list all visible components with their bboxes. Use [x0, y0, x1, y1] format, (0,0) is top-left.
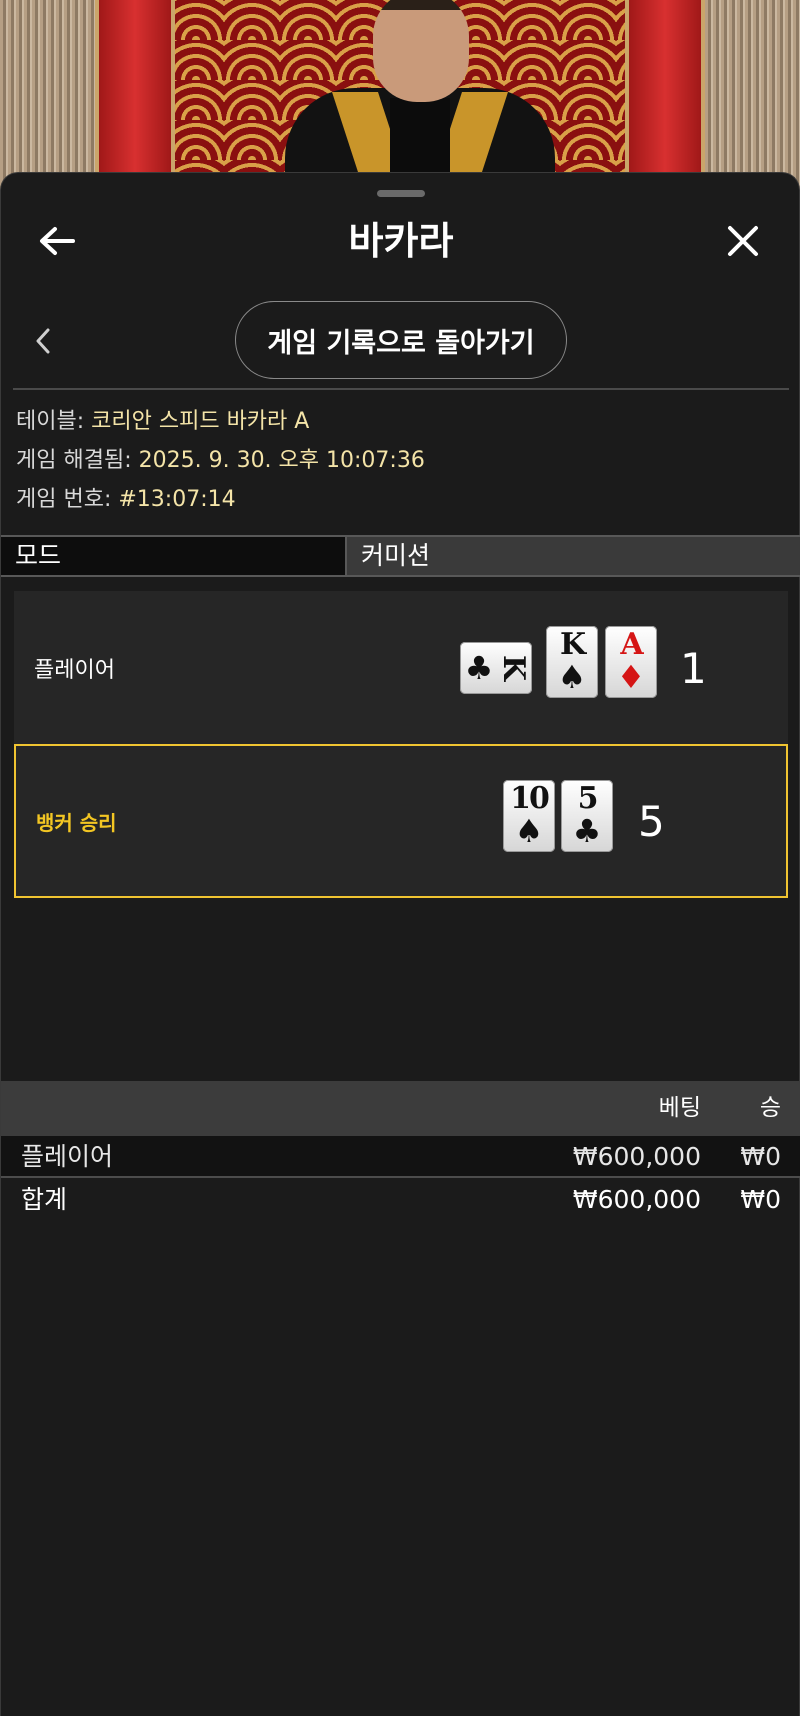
- playing-card: K ♠: [546, 626, 598, 698]
- info-number-label: 게임 번호:: [16, 487, 119, 512]
- playing-card: A ♦: [605, 626, 657, 698]
- card-rank: A: [620, 627, 643, 662]
- total-win: ₩0: [740, 1185, 781, 1214]
- playing-card: 10 ♠: [503, 780, 555, 852]
- total-bet: ₩600,000: [572, 1185, 701, 1214]
- player-label: 플레이어: [34, 658, 115, 683]
- player-result-panel: 플레이어 ♣ K K ♠ A ♦ 1: [14, 591, 788, 745]
- sheet-title: 바카라: [348, 219, 454, 263]
- back-to-history-button[interactable]: 게임 기록으로 돌아가기: [235, 301, 567, 379]
- card-suit: ♠: [514, 812, 544, 850]
- banker-win-label: 뱅커 승리: [36, 810, 117, 835]
- info-game-number: 게임 번호: #13:07:14: [16, 483, 236, 517]
- total-label: 합계: [21, 1185, 68, 1214]
- total-row: 합계 ₩600,000 ₩0: [1, 1179, 800, 1221]
- card-rank: 10: [510, 781, 550, 816]
- card-suit: ♠: [557, 658, 587, 696]
- info-resolved: 게임 해결됨: 2025. 9. 30. 오후 10:07:36: [16, 444, 425, 478]
- info-table-value: 코리안 스피드 바카라 A: [91, 409, 310, 434]
- live-video-feed: [0, 0, 800, 200]
- dealer-head: [373, 0, 469, 102]
- dealer: [285, 0, 555, 200]
- playing-card: ♣ K: [460, 642, 532, 694]
- info-resolved-label: 게임 해결됨:: [16, 448, 139, 473]
- back-button[interactable]: [29, 213, 85, 269]
- player-score: 1: [680, 643, 707, 693]
- arrow-left-icon: [40, 227, 75, 255]
- bet-name: 플레이어: [21, 1142, 114, 1171]
- table-row: 플레이어 ₩600,000 ₩0: [1, 1136, 800, 1178]
- banker-score: 5: [638, 796, 665, 846]
- card-rank: K: [496, 654, 531, 680]
- close-icon: [728, 226, 758, 256]
- bet-column-header: 베팅: [658, 1095, 701, 1121]
- backdrop-panel-left: [95, 0, 175, 200]
- bead-curtain-left: [0, 0, 95, 200]
- win-amount: ₩0: [740, 1142, 781, 1171]
- close-button[interactable]: [715, 213, 771, 269]
- card-suit: ♦: [616, 658, 646, 696]
- chevron-left-icon: [36, 328, 50, 354]
- backdrop-panel-right: [625, 0, 705, 200]
- commission-cell: 커미션: [347, 537, 800, 575]
- game-detail-sheet: 바카라 게임 기록으로 돌아가기 테이블: 코리안 스피드 바카라 A 게임 해…: [0, 172, 800, 1716]
- card-rank: K: [559, 627, 586, 662]
- win-column-header: 승: [759, 1095, 781, 1121]
- divider: [13, 388, 789, 390]
- playing-card: 5 ♣: [561, 780, 613, 852]
- mode-cell: 모드: [1, 537, 347, 575]
- card-suit: ♣: [572, 812, 602, 850]
- previous-game-button[interactable]: [23, 313, 63, 369]
- info-table: 테이블: 코리안 스피드 바카라 A: [16, 405, 309, 439]
- info-resolved-value: 2025. 9. 30. 오후 10:07:36: [138, 448, 425, 473]
- card-rank: 5: [577, 781, 599, 816]
- sheet-grab-handle[interactable]: [377, 190, 425, 197]
- banker-result-panel: 뱅커 승리 10 ♠ 5 ♣ 5: [14, 744, 788, 898]
- card-suit: ♣: [464, 649, 494, 687]
- bead-curtain-right: [705, 0, 800, 200]
- info-table-label: 테이블:: [16, 409, 92, 434]
- bet-amount: ₩600,000: [572, 1142, 701, 1171]
- info-number-value: #13:07:14: [118, 487, 236, 512]
- mode-row: 모드 커미션: [1, 535, 800, 577]
- bets-table-header: 베팅 승: [1, 1081, 800, 1136]
